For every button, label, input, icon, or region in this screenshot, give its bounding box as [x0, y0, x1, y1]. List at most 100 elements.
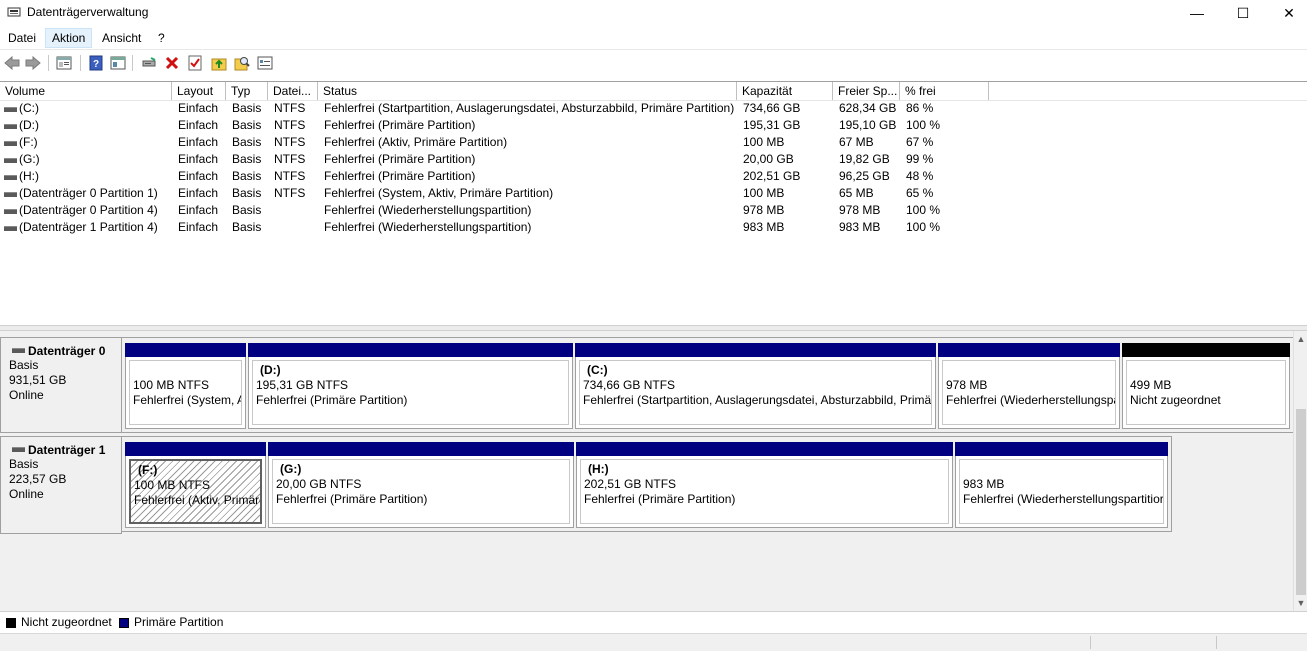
partition-type-bar: [938, 343, 1120, 357]
column-header-typ[interactable]: Typ: [226, 82, 268, 100]
column-header-kapazitaet[interactable]: Kapazität: [737, 82, 833, 100]
column-header-dateisystem[interactable]: Datei...: [268, 82, 318, 100]
delete-icon[interactable]: [163, 54, 181, 72]
partition-name: (H:): [588, 462, 609, 476]
partition-name: [963, 462, 1163, 477]
menu-bar: Datei Aktion Ansicht ?: [0, 28, 1307, 48]
partition-disk1-recovery[interactable]: 983 MB Fehlerfrei (Wiederherstellungspar…: [955, 442, 1168, 528]
partition-disk0-recovery[interactable]: 978 MB Fehlerfrei (Wiederherstellungspa: [938, 343, 1120, 429]
partition-name: [946, 363, 1115, 378]
table-row[interactable]: (H:) Einfach Basis NTFS Fehlerfrei (Primäre …: [0, 168, 1307, 185]
disk-1-label[interactable]: Datenträger 1 Basis 223,57 GB Online: [0, 436, 122, 534]
partition-disk0-c[interactable]: (C:) 734,66 GB NTFS Fehlerfrei (Startpar…: [575, 343, 936, 429]
scroll-down-arrow-icon[interactable]: ▼: [1294, 595, 1307, 611]
cell-typ: Basis: [232, 186, 262, 200]
disk-0-label[interactable]: Datenträger 0 Basis 931,51 GB Online: [0, 337, 122, 433]
partition-size: 195,31 GB NTFS: [256, 378, 349, 392]
partition-disk0-d[interactable]: (D:) 195,31 GB NTFS Fehlerfrei (Primäre …: [248, 343, 573, 429]
svg-text:?: ?: [93, 59, 99, 70]
cell-dateisystem: NTFS: [274, 152, 306, 166]
column-header-prozent-frei[interactable]: % frei: [900, 82, 989, 100]
cell-prozent-frei: 99 %: [906, 152, 934, 166]
table-row[interactable]: (F:) Einfach Basis NTFS Fehlerfrei (Aktiv, P…: [0, 134, 1307, 151]
partition-disk1-h[interactable]: (H:) 202,51 GB NTFS Fehlerfrei (Primäre …: [576, 442, 953, 528]
cell-volume: (Datenträger 0 Partition 1): [19, 186, 158, 200]
partition-name: [1130, 363, 1285, 378]
partition-size: 100 MB NTFS: [133, 378, 210, 392]
cell-freier-speicher: 978 MB: [839, 203, 881, 217]
partition-status: Fehlerfrei (Primäre Partition): [584, 492, 736, 506]
partition-body: (G:) 20,00 GB NTFS Fehlerfrei (Primäre P…: [272, 459, 570, 524]
partition-status: Fehlerfrei (Startpartition, Auslagerungs…: [583, 393, 932, 407]
column-header-volume[interactable]: Volume: [0, 82, 172, 100]
cell-prozent-frei: 67 %: [906, 135, 934, 149]
volume-icon: [4, 107, 17, 112]
volume-list-header: Volume Layout Typ Datei... Status Kapazi…: [0, 81, 1307, 101]
menu-aktion[interactable]: Aktion: [45, 28, 93, 48]
cell-volume: (H:): [19, 169, 39, 183]
cell-kapazitaet: 20,00 GB: [743, 152, 794, 166]
column-header-status[interactable]: Status: [318, 82, 737, 100]
menu-datei[interactable]: Datei: [2, 28, 42, 48]
cell-prozent-frei: 100 %: [906, 220, 941, 234]
cell-layout: Einfach: [178, 186, 219, 200]
table-row[interactable]: (D:) Einfach Basis NTFS Fehlerfrei (Primäre …: [0, 117, 1307, 134]
search-icon[interactable]: [233, 54, 251, 72]
minimize-button[interactable]: —: [1174, 0, 1220, 26]
title-bar: Datenträgerverwaltung — ☐ ✕: [0, 0, 1307, 26]
help-icon[interactable]: ?: [87, 54, 105, 72]
cell-layout: Einfach: [178, 203, 219, 217]
partition-type-bar: [955, 442, 1168, 456]
scroll-thumb[interactable]: [1296, 409, 1306, 595]
column-header-freier-speicher[interactable]: Freier Sp...: [833, 82, 900, 100]
table-row[interactable]: (C:) Einfach Basis NTFS Fehlerfrei (Startpar…: [0, 100, 1307, 117]
partition-disk0-unallocated[interactable]: 499 MB Nicht zugeordnet: [1122, 343, 1290, 429]
connect-icon[interactable]: [140, 54, 158, 72]
cell-typ: Basis: [232, 220, 262, 234]
check-icon[interactable]: [186, 54, 204, 72]
menu-help[interactable]: ?: [152, 28, 171, 48]
cell-volume: (Datenträger 0 Partition 4): [19, 203, 158, 217]
cell-status: Fehlerfrei (Aktiv, Primäre Partition): [324, 135, 508, 149]
vertical-scrollbar[interactable]: ▲ ▼: [1293, 331, 1307, 611]
console-view-icon[interactable]: [109, 54, 127, 72]
table-row[interactable]: (Datenträger 1 Partition 4) Einfach Basis F…: [0, 219, 1307, 236]
disk-view-icon[interactable]: [256, 54, 274, 72]
partition-disk0-system[interactable]: 100 MB NTFS Fehlerfrei (System, A: [125, 343, 246, 429]
minimize-icon: —: [1190, 5, 1204, 21]
disk-map-area: Datenträger 0 Basis 931,51 GB Online 100…: [0, 331, 1293, 611]
partition-status: Fehlerfrei (Primäre Partition): [256, 393, 408, 407]
table-row[interactable]: (Datenträger 0 Partition 4) Einfach Basis F…: [0, 202, 1307, 219]
partition-type-bar: [1122, 343, 1290, 357]
scroll-up-arrow-icon[interactable]: ▲: [1294, 331, 1307, 347]
partition-disk1-g[interactable]: (G:) 20,00 GB NTFS Fehlerfrei (Primäre P…: [268, 442, 574, 528]
partition-name: (C:): [587, 363, 608, 377]
disk-status: Online: [9, 388, 44, 402]
disk-name: Datenträger 0: [28, 344, 106, 358]
table-row[interactable]: (G:) Einfach Basis NTFS Fehlerfrei (Primäre …: [0, 151, 1307, 168]
cell-freier-speicher: 65 MB: [839, 186, 874, 200]
partition-disk1-f[interactable]: (F:) 100 MB NTFS Fehlerfrei (Aktiv, Prim…: [125, 442, 266, 528]
cell-typ: Basis: [232, 101, 262, 115]
close-icon: ✕: [1283, 4, 1295, 21]
back-icon[interactable]: [3, 54, 21, 72]
cell-typ: Basis: [232, 169, 262, 183]
partition-status: Nicht zugeordnet: [1130, 393, 1221, 407]
window-title: Datenträgerverwaltung: [27, 5, 149, 19]
properties-view-icon[interactable]: [55, 54, 73, 72]
up-folder-icon[interactable]: [210, 54, 228, 72]
partition-size: 100 MB NTFS: [134, 478, 211, 492]
maximize-icon: ☐: [1236, 4, 1250, 21]
partition-size: 978 MB: [946, 378, 988, 392]
cell-status: Fehlerfrei (Wiederherstellungspartition): [324, 203, 532, 217]
partition-name: (F:): [138, 463, 158, 477]
volume-icon: [4, 141, 17, 146]
forward-icon[interactable]: [24, 54, 42, 72]
menu-ansicht[interactable]: Ansicht: [96, 28, 147, 48]
column-header-layout[interactable]: Layout: [172, 82, 226, 100]
close-button[interactable]: ✕: [1266, 0, 1307, 26]
toolbar-separator: [132, 55, 133, 71]
maximize-button[interactable]: ☐: [1220, 0, 1266, 26]
table-row[interactable]: (Datenträger 0 Partition 1) Einfach Basis N…: [0, 185, 1307, 202]
cell-status: Fehlerfrei (Primäre Partition): [324, 152, 476, 166]
